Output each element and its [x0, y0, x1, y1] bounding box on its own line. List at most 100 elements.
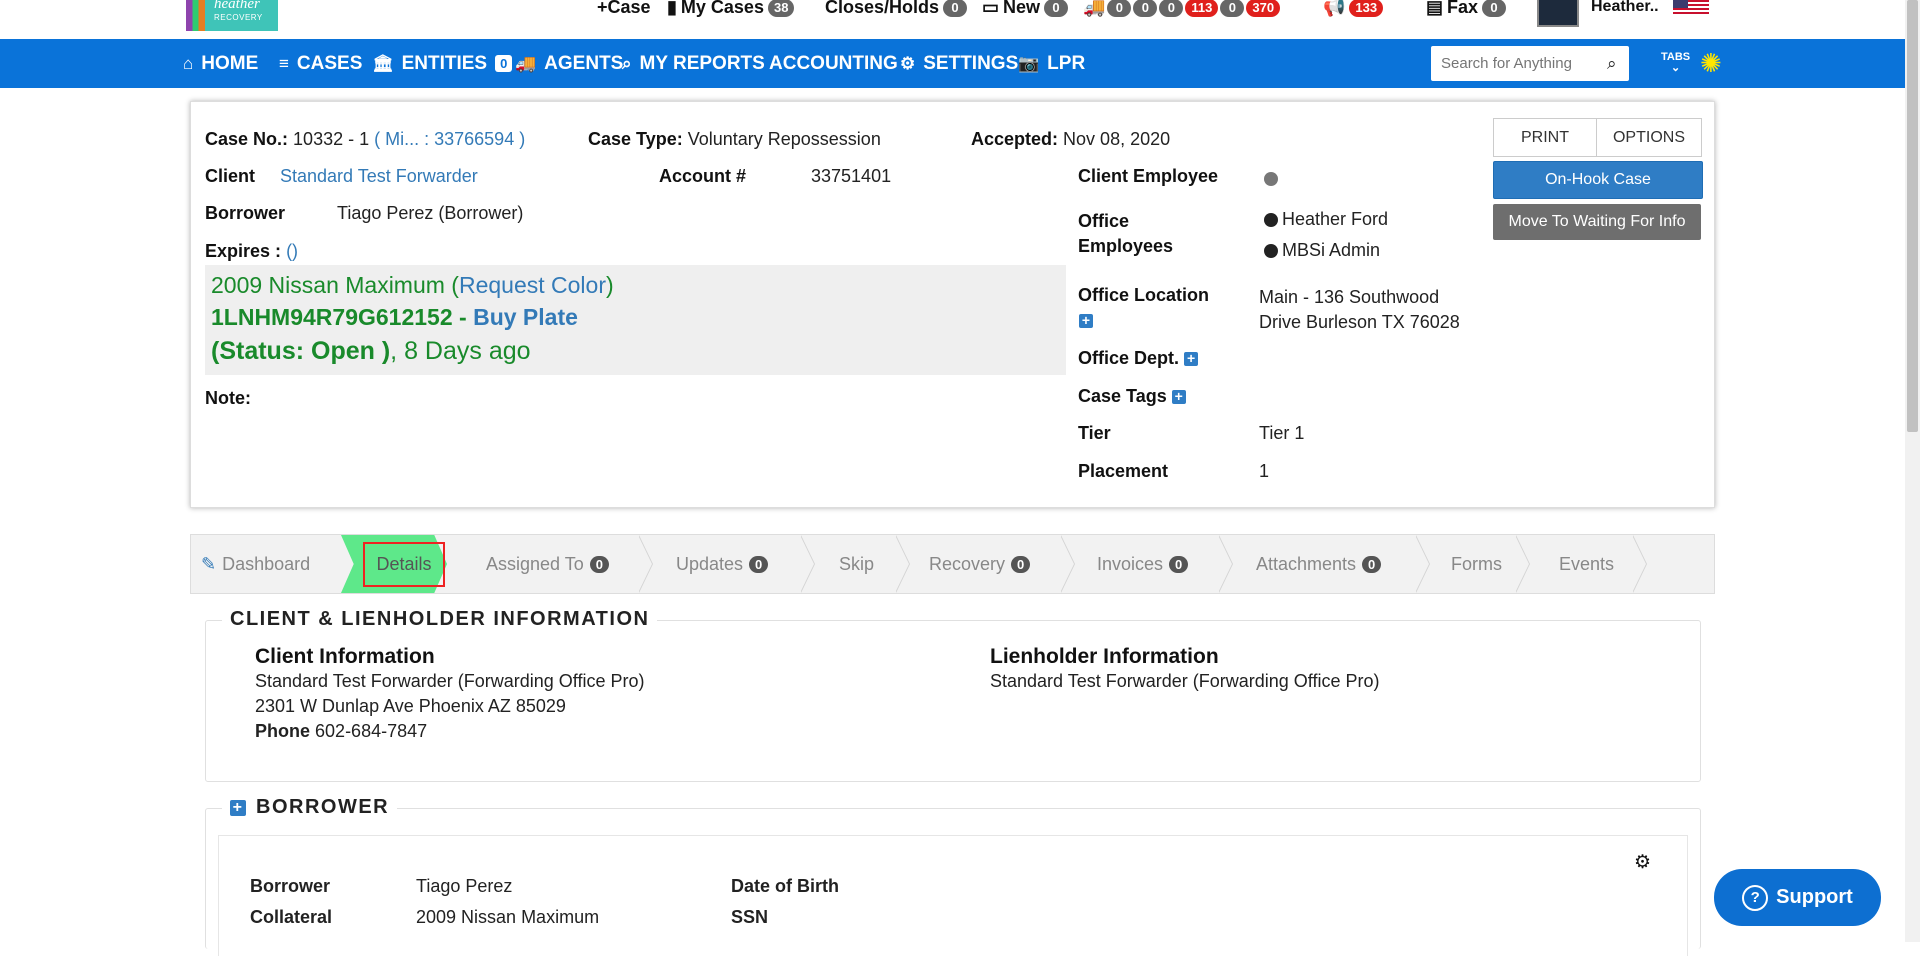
- tab-assigned-to[interactable]: Assigned To 0: [486, 535, 609, 593]
- lienholder-info-name: Standard Test Forwarder (Forwarding Offi…: [990, 671, 1380, 691]
- tab-dashboard-label: Dashboard: [222, 553, 311, 574]
- client-link[interactable]: Standard Test Forwarder: [280, 166, 478, 187]
- tab-dashboard[interactable]: ✎ Dashboard: [201, 535, 310, 593]
- tabs-toggle[interactable]: TABS ⌄: [1661, 52, 1690, 74]
- print-button[interactable]: PRINT: [1493, 118, 1597, 157]
- office-employee-2-name: MBSi Admin: [1282, 240, 1381, 260]
- note-label: Note:: [205, 388, 251, 408]
- new-case-link[interactable]: +Case: [597, 0, 651, 18]
- my-cases-link[interactable]: ▮ My Cases 38: [667, 0, 795, 18]
- nav-agents[interactable]: 🚚 AGENTS: [515, 39, 623, 88]
- global-search[interactable]: ⌕: [1431, 46, 1629, 81]
- nav-entities-count: 0: [495, 55, 513, 72]
- closes-holds-link[interactable]: Closes/Holds 0: [825, 0, 968, 18]
- company-logo[interactable]: heather RECOVERY: [186, 0, 278, 31]
- case-tabs: ✎ Dashboard Details Assigned To 0 Update…: [190, 534, 1715, 594]
- nav-entities[interactable]: 🏛 ENTITIES 0: [372, 39, 513, 88]
- request-color-link[interactable]: Request Color: [459, 272, 606, 298]
- nav-home-label: HOME: [201, 52, 259, 74]
- borrower-legend[interactable]: + BORROWER: [222, 796, 398, 819]
- user-avatar[interactable]: [1537, 0, 1579, 27]
- tab-invoices[interactable]: Invoices 0: [1097, 535, 1189, 593]
- case-tags-label: Case Tags: [1078, 386, 1167, 406]
- tab-recovery[interactable]: Recovery 0: [929, 535, 1031, 593]
- status-dot-icon: [1264, 172, 1278, 187]
- tab-attachments-label: Attachments: [1256, 553, 1357, 574]
- plus-icon[interactable]: +: [1184, 351, 1199, 367]
- tab-divider: [1060, 535, 1081, 593]
- vin-separator: -: [452, 304, 474, 330]
- fax-link[interactable]: ▤ Fax 0: [1426, 0, 1507, 18]
- tab-divider: [1515, 535, 1536, 593]
- search-icon[interactable]: ⌕: [1607, 54, 1617, 74]
- tab-forms[interactable]: Forms: [1451, 535, 1502, 593]
- nav-cases[interactable]: ≡ CASES: [279, 39, 362, 88]
- tab-updates[interactable]: Updates 0: [676, 535, 769, 593]
- status-value: (Status: Open ): [211, 337, 391, 365]
- tab-divider: [638, 535, 659, 593]
- office-employees-label: Office Employees: [1078, 209, 1173, 259]
- dob-label: Date of Birth: [731, 876, 839, 896]
- nav-agents-label: AGENTS: [544, 52, 624, 74]
- nav-entities-label: ENTITIES: [401, 52, 488, 74]
- case-no-label: Case No.:: [205, 129, 289, 149]
- truck-count-6: 370: [1246, 0, 1281, 17]
- truck-count-1: 0: [1107, 0, 1132, 17]
- tab-details[interactable]: Details: [363, 542, 445, 587]
- client-lienholder-legend: CLIENT & LIENHOLDER INFORMATION: [222, 608, 658, 631]
- user-menu[interactable]: Heather..: [1591, 0, 1659, 16]
- nav-accounting[interactable]: ACCOUNTING: [769, 39, 898, 88]
- office-location-line-1: Main - 136 Southwood: [1259, 287, 1440, 307]
- nav-lpr-label: LPR: [1047, 52, 1086, 74]
- accepted-field: Accepted: Nov 08, 2020: [971, 129, 1170, 150]
- vin-line: 1LNHM94R79G612152 - Buy Plate: [211, 304, 578, 331]
- truck-counts[interactable]: 🚚 0 0 0 113 0 370: [1083, 0, 1281, 18]
- gear-icon: ⚙: [900, 53, 916, 73]
- new-link[interactable]: ▭ New 0: [982, 0, 1069, 18]
- tab-attachments[interactable]: Attachments 0: [1256, 535, 1382, 593]
- account-label: Account #: [659, 166, 747, 186]
- nav-my-reports[interactable]: ⌕ MY REPORTS: [622, 39, 765, 88]
- borrower-name-label: Borrower: [250, 876, 331, 896]
- options-button[interactable]: OPTIONS: [1596, 118, 1702, 157]
- inbox-icon: ▭: [982, 0, 1000, 17]
- office-employee-1-name: Heather Ford: [1282, 209, 1389, 229]
- tab-events[interactable]: Events: [1559, 535, 1614, 593]
- help-icon: ?: [1742, 884, 1769, 911]
- tab-skip[interactable]: Skip: [839, 535, 874, 593]
- buy-plate-link[interactable]: Buy Plate: [473, 304, 578, 330]
- office-dept-field: Office Dept. +: [1078, 348, 1199, 369]
- search-input[interactable]: [1439, 54, 1603, 73]
- nav-home[interactable]: ⌂ HOME: [183, 39, 258, 88]
- plus-icon[interactable]: +: [1171, 389, 1186, 405]
- truck-count-3: 0: [1159, 0, 1184, 17]
- page-scrollbar[interactable]: [1905, 0, 1920, 942]
- placement-label: Placement: [1078, 461, 1169, 481]
- case-type-label: Case Type:: [588, 129, 683, 149]
- borrower-label: Borrower: [205, 203, 286, 223]
- on-hook-case-button[interactable]: On-Hook Case: [1493, 161, 1703, 199]
- vehicle-name-close: ): [606, 272, 614, 298]
- vehicle-name: 2009 Nissan Maximum (: [211, 272, 459, 298]
- us-flag-icon[interactable]: [1673, 0, 1709, 14]
- move-to-waiting-button[interactable]: Move To Waiting For Info: [1493, 204, 1701, 240]
- support-button[interactable]: ? Support: [1714, 869, 1881, 926]
- nav-lpr[interactable]: 📷 LPR: [1018, 39, 1085, 88]
- case-number-field: Case No.: 10332 - 1 ( Mi... : 33766594 ): [205, 129, 525, 150]
- announcements-link[interactable]: 📢 133: [1323, 0, 1384, 18]
- sun-icon[interactable]: ✺: [1700, 48, 1722, 79]
- tier-label: Tier: [1078, 423, 1111, 443]
- tab-invoices-label: Invoices: [1097, 553, 1164, 574]
- collateral-label: Collateral: [250, 907, 333, 927]
- tab-divider: [1632, 535, 1653, 593]
- gear-icon[interactable]: ⚙: [1634, 851, 1651, 874]
- case-type-value: Voluntary Repossession: [687, 129, 881, 149]
- case-tags-field: Case Tags +: [1078, 386, 1186, 407]
- nav-settings[interactable]: ⚙ SETTINGS: [900, 39, 1018, 88]
- office-location-add[interactable]: +: [1079, 310, 1093, 331]
- vehicle-name-line: 2009 Nissan Maximum (Request Color): [211, 272, 614, 299]
- expires-link[interactable]: (): [286, 241, 298, 261]
- scrollbar-thumb[interactable]: [1907, 0, 1918, 432]
- expires-label: Expires :: [205, 241, 282, 261]
- case-reference-link[interactable]: ( Mi... : 33766594 ): [374, 129, 525, 149]
